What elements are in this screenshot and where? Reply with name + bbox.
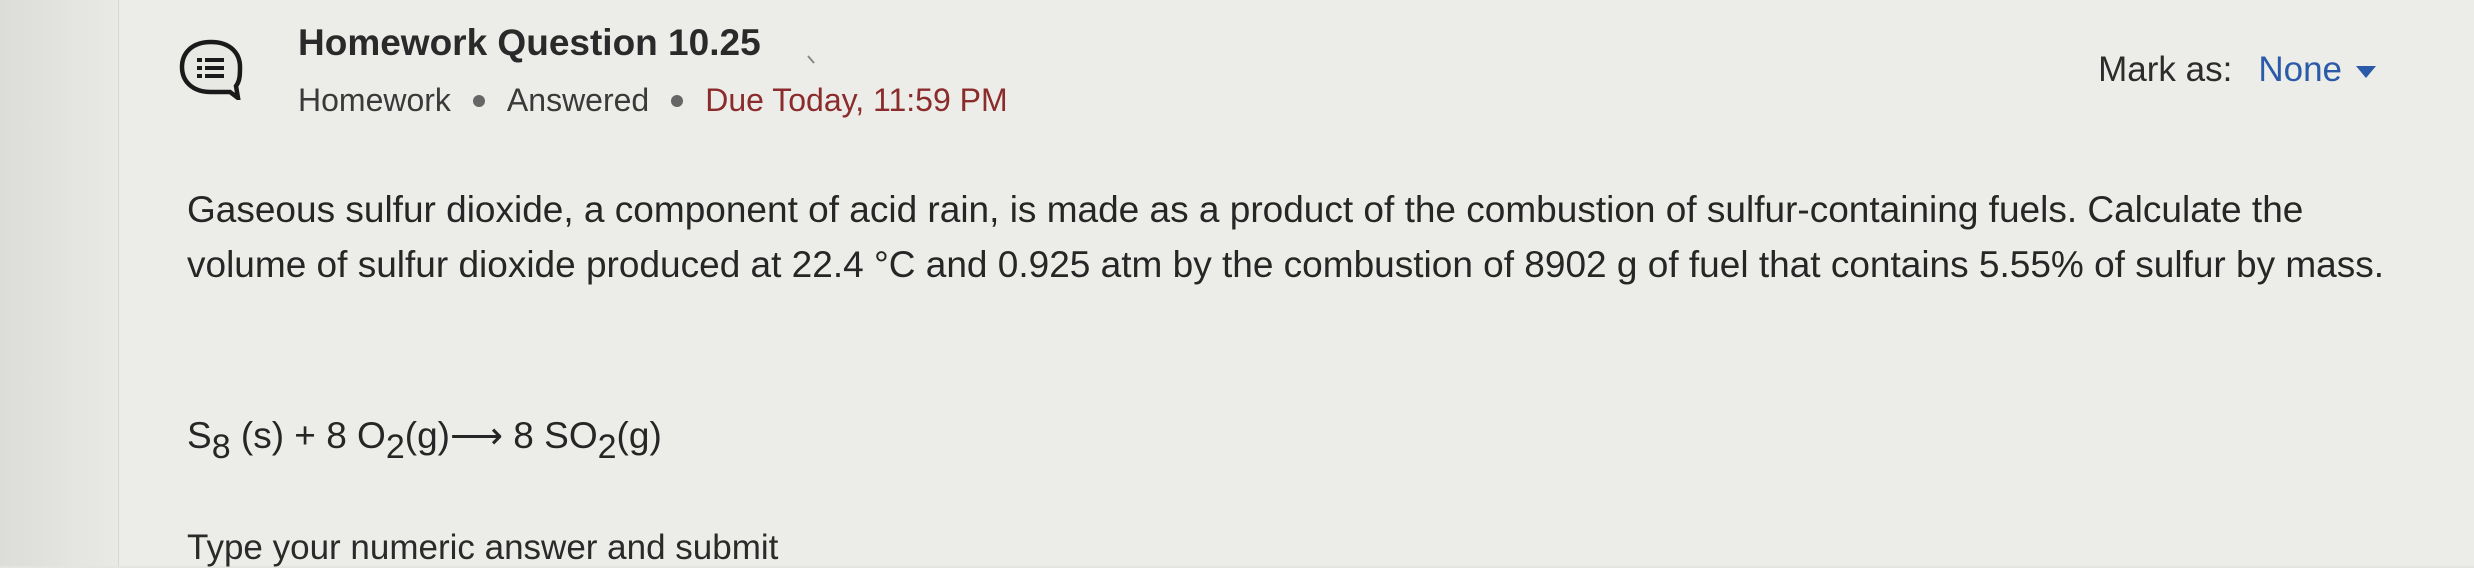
mark-as-control: Mark as: None: [2098, 50, 2376, 90]
page: Homework Question 10.25 Homework Answere…: [0, 0, 2474, 567]
discussion-bubble-icon: [179, 39, 243, 100]
separator-dot-icon: [472, 94, 485, 107]
separator-dot-icon: [671, 94, 684, 107]
meta-due-date: Due Today, 11:59 PM: [705, 82, 1008, 118]
pointer-mark-icon: [807, 55, 815, 64]
answer-prompt: Type your numeric answer and submit: [187, 528, 779, 567]
meta-type: Homework: [298, 82, 451, 118]
question-text: Gaseous sulfur dioxide, a component of a…: [187, 189, 2385, 285]
chevron-down-icon[interactable]: [2356, 66, 2376, 78]
chemical-equation: S8 (s) + 8 O2(g)⟶ 8 SO2(g): [187, 415, 662, 466]
question-meta: Homework Answered Due Today, 11:59 PM: [298, 82, 1008, 119]
page-title: Homework Question 10.25: [298, 22, 761, 63]
mark-as-label: Mark as:: [2098, 50, 2233, 89]
meta-status: Answered: [506, 82, 650, 118]
mark-as-dropdown[interactable]: None: [2258, 50, 2342, 90]
